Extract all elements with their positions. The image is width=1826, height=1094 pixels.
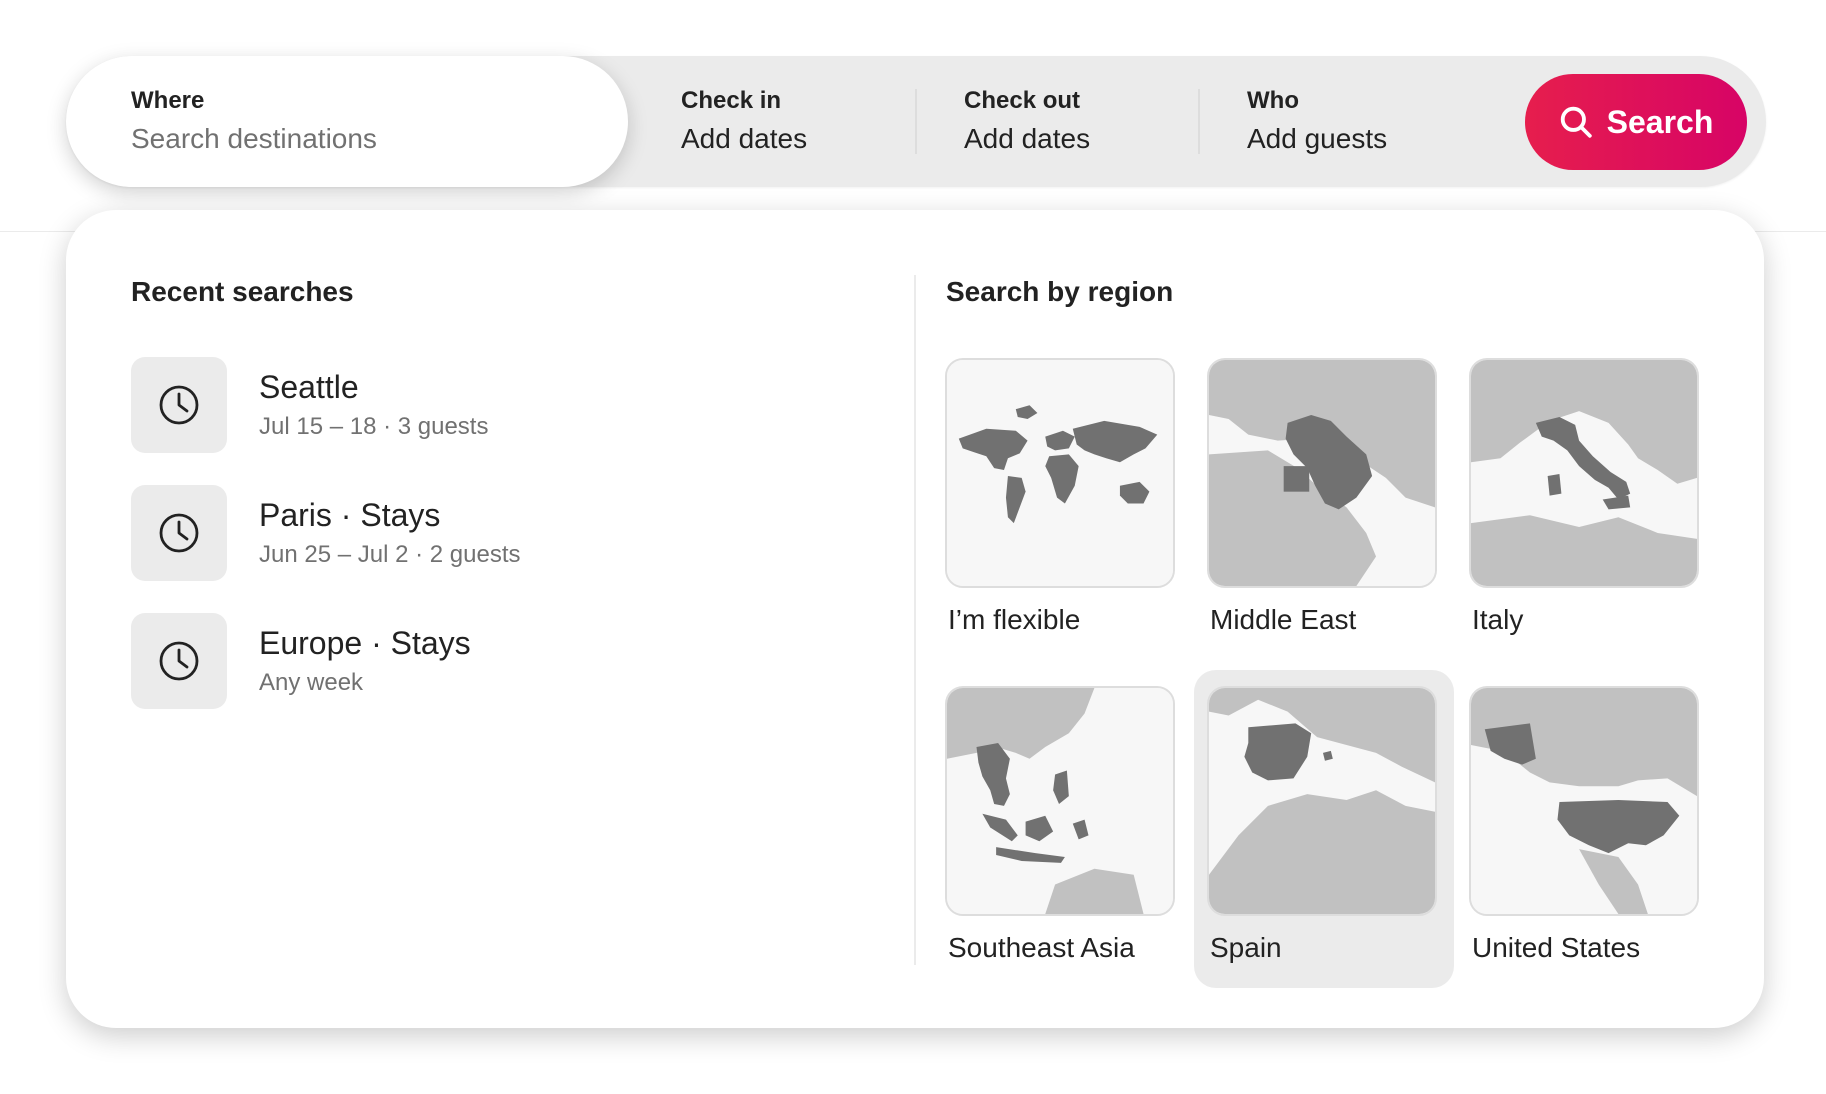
page: Where Search destinations Check in Add d… <box>0 0 1826 1094</box>
where-field[interactable]: Where Search destinations <box>66 56 628 187</box>
check-in-label: Check in <box>681 86 782 114</box>
recent-search-item[interactable]: Paris · Stays Jun 25 – Jul 2 · 2 guests <box>131 485 631 581</box>
region-label: Italy <box>1472 604 1524 635</box>
check-out-label: Check out <box>964 86 1081 114</box>
region-label: United States <box>1472 932 1641 963</box>
recent-icon-box <box>131 357 227 453</box>
who-label: Who <box>1247 86 1299 114</box>
region-map <box>1207 686 1437 916</box>
recent-search-title: Paris · Stays <box>259 497 441 533</box>
clock-icon <box>159 385 199 425</box>
united-states-map-icon <box>1471 688 1697 914</box>
who-value: Add guests <box>1247 122 1388 154</box>
region-tile-middle-east[interactable]: Middle East <box>1194 342 1454 660</box>
region-tile-southeast-asia[interactable]: Southeast Asia <box>932 670 1192 988</box>
search-button-label: Search <box>1606 103 1714 140</box>
check-in-field[interactable]: Check in Add dates <box>681 56 941 187</box>
check-in-value: Add dates <box>681 122 808 154</box>
region-map <box>945 358 1175 588</box>
region-tile-italy[interactable]: Italy <box>1456 342 1716 660</box>
clock-icon <box>159 513 199 553</box>
divider <box>1198 89 1200 154</box>
recent-icon-box <box>131 613 227 709</box>
clock-icon <box>159 641 199 681</box>
region-label: Southeast Asia <box>948 932 1135 963</box>
middle-east-map-icon <box>1209 360 1435 586</box>
recent-searches-title: Recent searches <box>131 276 354 307</box>
southeast-asia-map-icon <box>947 688 1173 914</box>
recent-icon-box <box>131 485 227 581</box>
recent-search-item[interactable]: Europe · Stays Any week <box>131 613 631 709</box>
check-out-field[interactable]: Check out Add dates <box>964 56 1224 187</box>
region-label: I’m flexible <box>948 604 1081 635</box>
divider <box>915 89 917 154</box>
region-tile-spain[interactable]: Spain <box>1194 670 1454 988</box>
region-label: Middle East <box>1210 604 1357 635</box>
panel-divider <box>914 275 916 965</box>
recent-search-title: Europe · Stays <box>259 625 471 661</box>
where-input[interactable]: Search destinations <box>131 119 628 159</box>
world-map-icon <box>947 360 1173 586</box>
who-field[interactable]: Who Add guests <box>1247 56 1537 187</box>
where-label: Where <box>131 86 205 114</box>
recent-search-subtitle: Jul 15 – 18 · 3 guests <box>259 413 489 440</box>
spain-map-icon <box>1209 688 1435 914</box>
region-map <box>1207 358 1437 588</box>
region-tile-united-states[interactable]: United States <box>1456 670 1716 988</box>
region-map <box>1469 358 1699 588</box>
region-tile-flexible[interactable]: I’m flexible <box>932 342 1192 660</box>
recent-search-title: Seattle <box>259 369 359 405</box>
recent-search-subtitle: Jun 25 – Jul 2 · 2 guests <box>259 541 521 568</box>
region-label: Spain <box>1210 932 1282 963</box>
region-map <box>1469 686 1699 916</box>
search-bar: Where Search destinations Check in Add d… <box>66 56 1766 187</box>
search-button[interactable]: Search <box>1525 74 1747 170</box>
italy-map-icon <box>1471 360 1697 586</box>
recent-search-item[interactable]: Seattle Jul 15 – 18 · 3 guests <box>131 357 631 453</box>
recent-search-subtitle: Any week <box>259 669 364 696</box>
search-icon <box>1560 106 1592 138</box>
destination-dropdown: Recent searches Search by region Seattle… <box>66 210 1764 1028</box>
region-map <box>945 686 1175 916</box>
check-out-value: Add dates <box>964 122 1091 154</box>
search-by-region-title: Search by region <box>946 276 1174 307</box>
